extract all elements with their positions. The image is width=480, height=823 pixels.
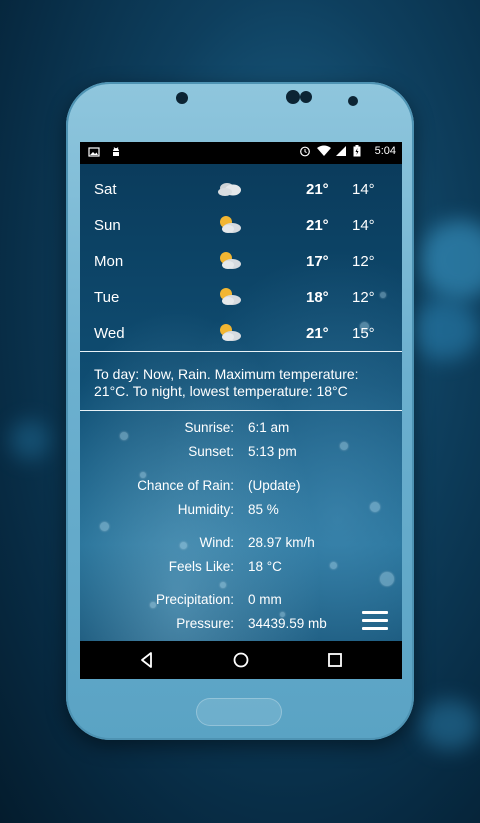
detail-label: Humidity:	[177, 502, 234, 517]
sensor-dot	[348, 96, 358, 106]
camera-icon	[286, 90, 300, 104]
forecast-day: Wed	[94, 325, 125, 342]
android-debug-icon	[110, 146, 122, 158]
forecast-day: Sun	[94, 217, 121, 234]
navigation-bar	[80, 641, 402, 679]
forecast-low: 15°	[352, 325, 375, 342]
detail-sunrise: Sunrise: 6:1 am	[80, 420, 402, 438]
forecast-low: 12°	[352, 289, 375, 306]
today-summary: To day: Now, Rain. Maximum temperature: …	[94, 366, 359, 399]
detail-pressure: Pressure: 34439.59 mb	[80, 616, 402, 634]
detail-precipitation: Precipitation: 0 mm	[80, 592, 402, 610]
detail-label: Sunset:	[188, 444, 234, 459]
signal-icon	[335, 145, 347, 157]
detail-label: Precipitation:	[155, 592, 234, 607]
forecast-day: Sat	[94, 181, 117, 198]
app-screen: 5:04 Sat 21° 14° Sun 21° 14° Mon 17° 12°	[80, 142, 402, 679]
detail-sunset: Sunset: 5:13 pm	[80, 444, 402, 462]
forecast-day: Mon	[94, 253, 124, 270]
detail-value: 34439.59 mb	[248, 616, 327, 631]
detail-label: Pressure:	[176, 616, 234, 631]
partly-sunny-icon	[216, 321, 244, 345]
divider	[80, 351, 402, 352]
forecast-high: 21°	[306, 325, 329, 342]
forecast-high: 17°	[306, 253, 329, 270]
partly-sunny-icon	[216, 249, 244, 273]
forecast-high: 21°	[306, 181, 329, 198]
forecast-list: Sat 21° 14° Sun 21° 14° Mon 17° 12° Tue	[80, 171, 402, 351]
home-icon[interactable]	[231, 650, 251, 670]
forecast-low: 12°	[352, 253, 375, 270]
forecast-row[interactable]: Mon 17° 12°	[80, 243, 402, 279]
sensor-dot	[300, 91, 312, 103]
forecast-low: 14°	[352, 217, 375, 234]
recents-icon[interactable]	[325, 650, 345, 670]
sensor-dot	[176, 92, 188, 104]
divider	[80, 410, 402, 411]
status-bar: 5:04	[80, 142, 402, 164]
update-link[interactable]: (Update)	[248, 478, 301, 493]
alarm-icon	[299, 145, 311, 157]
detail-humidity: Humidity: 85 %	[80, 502, 402, 520]
partly-sunny-icon	[216, 213, 244, 237]
detail-wind: Wind: 28.97 km/h	[80, 535, 402, 553]
forecast-row[interactable]: Sun 21° 14°	[80, 207, 402, 243]
forecast-row[interactable]: Sat 21° 14°	[80, 171, 402, 207]
detail-label: Chance of Rain:	[137, 478, 234, 493]
detail-feels-like: Feels Like: 18 °C	[80, 559, 402, 577]
back-icon[interactable]	[137, 650, 157, 670]
detail-value: 18 °C	[248, 559, 282, 574]
detail-label: Feels Like:	[168, 559, 234, 574]
cloud-icon	[216, 177, 244, 201]
forecast-high: 18°	[306, 289, 329, 306]
hamburger-menu-icon[interactable]	[362, 611, 388, 631]
forecast-row[interactable]: Wed 21° 15°	[80, 315, 402, 351]
wifi-icon	[316, 145, 331, 157]
detail-value: 85 %	[248, 502, 279, 517]
partly-sunny-icon	[216, 285, 244, 309]
detail-value: 5:13 pm	[248, 444, 297, 459]
home-hardware-button[interactable]	[196, 698, 282, 726]
forecast-row[interactable]: Tue 18° 12°	[80, 279, 402, 315]
detail-label: Sunrise:	[184, 420, 234, 435]
forecast-day: Tue	[94, 289, 120, 306]
detail-chance-of-rain: Chance of Rain: (Update)	[80, 478, 402, 496]
forecast-low: 14°	[352, 181, 375, 198]
detail-value: 28.97 km/h	[248, 535, 315, 550]
status-time: 5:04	[374, 145, 396, 157]
detail-label: Wind:	[199, 535, 234, 550]
forecast-high: 21°	[306, 217, 329, 234]
battery-icon	[353, 145, 365, 157]
image-icon	[88, 146, 100, 158]
detail-value: 6:1 am	[248, 420, 290, 435]
detail-value: 0 mm	[248, 592, 282, 607]
